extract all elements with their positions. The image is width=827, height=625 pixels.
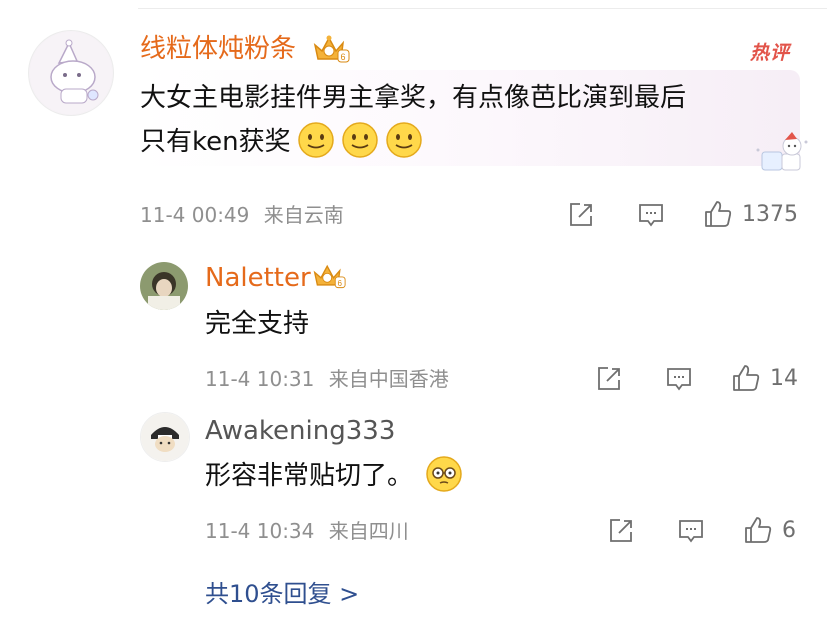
share-icon bbox=[598, 367, 620, 390]
share-button[interactable] bbox=[566, 200, 596, 230]
like-button[interactable]: 6 bbox=[742, 514, 796, 546]
reply-username[interactable]: Naletter bbox=[205, 265, 311, 291]
comment-button[interactable] bbox=[676, 516, 706, 546]
more-replies-link[interactable]: 共10条回复 > bbox=[205, 574, 359, 609]
crown-vip-icon: 6 bbox=[312, 34, 350, 68]
share-button[interactable] bbox=[606, 516, 636, 546]
like-icon bbox=[705, 201, 732, 227]
like-count: 1375 bbox=[742, 201, 798, 227]
like-button[interactable]: 14 bbox=[730, 362, 798, 394]
like-icon bbox=[745, 517, 772, 543]
crown-vip-icon: 6 bbox=[312, 262, 346, 294]
smile-emoji-icon bbox=[385, 121, 423, 163]
comment-location: 来自云南 bbox=[263, 203, 344, 227]
comment-icon bbox=[639, 204, 663, 227]
share-icon bbox=[610, 519, 632, 542]
avatar[interactable] bbox=[140, 412, 190, 462]
comment-text-line1: 大女主电影挂件男主拿奖，有点像芭比演到最后 bbox=[140, 83, 687, 113]
svg-text:6: 6 bbox=[338, 279, 343, 288]
comment-username[interactable]: 线粒体炖粉条 bbox=[140, 36, 296, 62]
reply-location: 来自四川 bbox=[328, 519, 409, 543]
comment-text-line2: 只有ken获奖 bbox=[140, 127, 291, 157]
svg-text:6: 6 bbox=[341, 52, 346, 62]
glasses-emoji-icon bbox=[425, 455, 463, 497]
hot-comment-badge: 热评 bbox=[750, 42, 791, 64]
reply-username[interactable]: Awakening333 bbox=[205, 418, 395, 444]
comment-button[interactable] bbox=[664, 364, 694, 394]
avatar[interactable] bbox=[28, 30, 114, 116]
comment-text-line2-row: 只有ken获奖 bbox=[140, 120, 423, 164]
reply-meta: 11-4 10:34 来自四川 bbox=[205, 521, 409, 541]
reply-time: 11-4 10:31 bbox=[205, 367, 315, 391]
reply-text: 形容非常贴切了。 bbox=[205, 461, 414, 491]
reply-meta: 11-4 10:31 来自中国香港 bbox=[205, 369, 449, 389]
comment-icon bbox=[667, 368, 691, 391]
reply-text: 完全支持 bbox=[205, 309, 310, 339]
share-icon bbox=[570, 203, 592, 226]
smile-emoji-icon bbox=[297, 121, 335, 163]
smile-emoji-icon bbox=[341, 121, 379, 163]
share-button[interactable] bbox=[594, 364, 624, 394]
like-count: 14 bbox=[770, 365, 798, 391]
divider-line bbox=[138, 8, 827, 9]
comment-button[interactable] bbox=[636, 200, 666, 230]
reply-text-row: 形容非常贴切了。 bbox=[205, 454, 463, 498]
like-button[interactable]: 1375 bbox=[702, 198, 798, 230]
comment-icon bbox=[679, 520, 703, 543]
decoration-sticker-icon bbox=[752, 130, 812, 182]
comment-time: 11-4 00:49 bbox=[140, 203, 250, 227]
comment-meta: 11-4 00:49 来自云南 bbox=[140, 205, 344, 225]
reply-location: 来自中国香港 bbox=[328, 367, 449, 391]
like-count: 6 bbox=[782, 517, 796, 543]
avatar[interactable] bbox=[140, 262, 188, 310]
like-icon bbox=[733, 365, 760, 391]
reply-time: 11-4 10:34 bbox=[205, 519, 315, 543]
